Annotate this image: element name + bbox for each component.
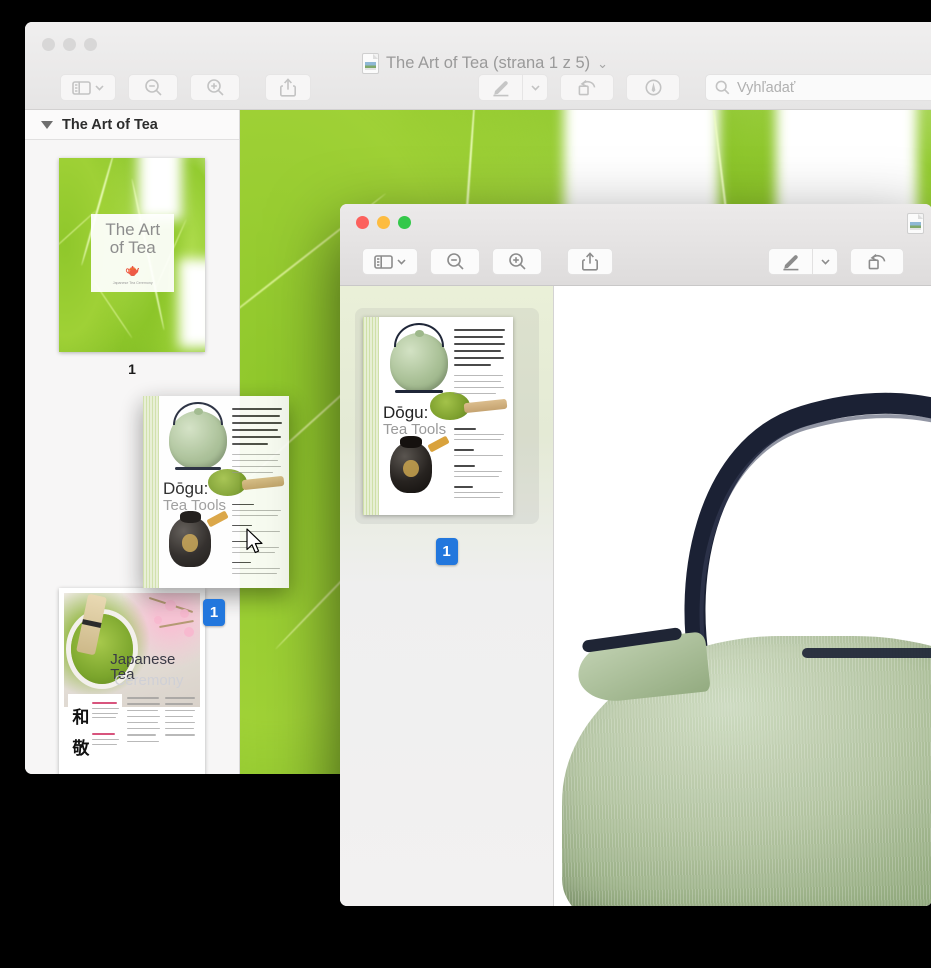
markup-options-button[interactable]	[812, 248, 838, 275]
markup-button[interactable]	[478, 74, 522, 101]
chevron-down-icon	[531, 85, 540, 91]
background-window-title-area: The Art of Tea (strana 1 z 5) ⌄	[25, 53, 931, 74]
zoom-button[interactable]	[84, 38, 97, 51]
share-icon	[280, 78, 296, 97]
markup-pen-icon	[491, 79, 511, 97]
rotate-icon	[577, 78, 598, 97]
disclosure-triangle-icon[interactable]	[41, 121, 53, 129]
search-icon	[715, 80, 730, 95]
page-edge-strip	[363, 317, 380, 515]
close-button[interactable]	[42, 38, 55, 51]
minimize-button[interactable]	[63, 38, 76, 51]
screen: The Art of Tea (strana 1 z 5) ⌄	[0, 0, 931, 968]
background-traffic-lights[interactable]	[42, 38, 97, 51]
foreground-preview-window[interactable]: Dōgu: Tea Tools	[340, 204, 931, 906]
markup-control-group[interactable]	[478, 74, 548, 101]
foreground-document-proxy-icon[interactable]	[907, 213, 924, 239]
sidebar-icon	[374, 255, 393, 269]
list-item[interactable]: The Art of Tea 🫖 Japanese Tea Ceremony 1	[25, 158, 239, 377]
preview-document-icon	[362, 53, 379, 74]
search-input[interactable]: Vyhľadať	[705, 74, 931, 101]
annotate-circle-icon	[643, 78, 664, 97]
markup-options-button[interactable]	[522, 74, 548, 101]
preview-document-icon	[907, 213, 924, 234]
sidebar-view-button[interactable]	[362, 248, 418, 275]
cover-title-line2: of Tea	[110, 239, 156, 257]
teapot-glyph-icon: 🫖	[125, 264, 140, 276]
cover-title-card: The Art of Tea 🫖 Japanese Tea Ceremony	[91, 214, 174, 292]
selected-thumbnail-container[interactable]: Dōgu: Tea Tools	[355, 308, 539, 524]
minimize-button[interactable]	[377, 216, 390, 229]
zoom-in-button[interactable]	[492, 248, 542, 275]
rotate-button[interactable]	[850, 248, 904, 275]
background-toolbar-left[interactable]	[60, 74, 311, 101]
magnifier-minus-icon	[144, 78, 163, 97]
page-thumbnail-ceremony[interactable]: Japanese Tea Ceremony 和 敬	[59, 588, 205, 774]
page-number-label: 1	[128, 361, 136, 377]
zoom-button[interactable]	[398, 216, 411, 229]
page-number-badge: 1	[436, 538, 458, 565]
background-window-titlebar[interactable]: The Art of Tea (strana 1 z 5) ⌄	[25, 22, 931, 110]
sidebar-icon	[72, 81, 91, 95]
cover-subtitle: Japanese Tea Ceremony	[113, 281, 153, 285]
share-button[interactable]	[265, 74, 311, 101]
markup-pen-icon	[781, 253, 801, 271]
chevron-down-icon	[821, 259, 830, 265]
share-icon	[582, 252, 598, 271]
dogu-title: Dōgu:	[163, 480, 208, 497]
arrow-cursor	[246, 528, 264, 555]
zoom-out-button[interactable]	[430, 248, 480, 275]
page-thumbnail-dogu[interactable]: Dōgu: Tea Tools	[363, 317, 513, 515]
magnifier-plus-icon	[508, 252, 527, 271]
magnifier-plus-icon	[206, 78, 225, 97]
ceremony-photo: Japanese Tea Ceremony	[64, 593, 200, 707]
teapot-lid-seam	[802, 648, 931, 658]
zoom-out-button[interactable]	[128, 74, 178, 101]
rotate-button[interactable]	[560, 74, 614, 101]
background-toolbar-right[interactable]: Vyhľadať	[478, 74, 931, 101]
drag-page-count-badge-wrap: 1	[203, 599, 225, 626]
ceremony-subtitle: Ceremony	[114, 673, 183, 688]
dogu-title: Dōgu:	[383, 404, 428, 421]
sidebar-header-label: The Art of Tea	[62, 117, 158, 133]
sidebar-header[interactable]: The Art of Tea	[25, 110, 239, 140]
chevron-down-icon[interactable]: ⌄	[597, 56, 608, 72]
page-edge-strip	[143, 396, 159, 588]
drag-page-count-badge: 1	[203, 599, 225, 626]
dogu-subtitle: Tea Tools	[163, 498, 226, 513]
zoom-in-button[interactable]	[190, 74, 240, 101]
magnifier-minus-icon	[446, 252, 465, 271]
markup-control-group[interactable]	[768, 248, 838, 275]
page-thumbnail-cover[interactable]: The Art of Tea 🫖 Japanese Tea Ceremony	[59, 158, 205, 352]
foreground-document-view[interactable]	[554, 286, 931, 906]
chevron-down-icon	[95, 85, 104, 91]
foreground-traffic-lights[interactable]	[356, 216, 411, 229]
search-placeholder: Vyhľadať	[737, 80, 795, 96]
sidebar-view-button[interactable]	[60, 74, 116, 101]
rotate-icon	[867, 252, 888, 271]
foreground-sidebar[interactable]: Dōgu: Tea Tools	[340, 286, 554, 906]
dragged-page-thumbnail[interactable]: Dōgu: Tea Tools	[143, 396, 289, 588]
foreground-toolbar-right[interactable]	[768, 248, 904, 275]
selected-page-badge-wrap: 1	[340, 538, 553, 565]
annotate-button[interactable]	[626, 74, 680, 101]
foreground-toolbar-left[interactable]	[362, 248, 613, 275]
foreground-window-titlebar[interactable]	[340, 204, 931, 286]
chevron-down-icon	[397, 259, 406, 265]
page-title: The Art of Tea (strana 1 z 5)	[386, 54, 590, 73]
teapot-photo	[554, 286, 931, 906]
cover-title-line1: The Art	[105, 221, 160, 239]
markup-button[interactable]	[768, 248, 812, 275]
dogu-subtitle: Tea Tools	[383, 422, 446, 437]
close-button[interactable]	[356, 216, 369, 229]
share-button[interactable]	[567, 248, 613, 275]
